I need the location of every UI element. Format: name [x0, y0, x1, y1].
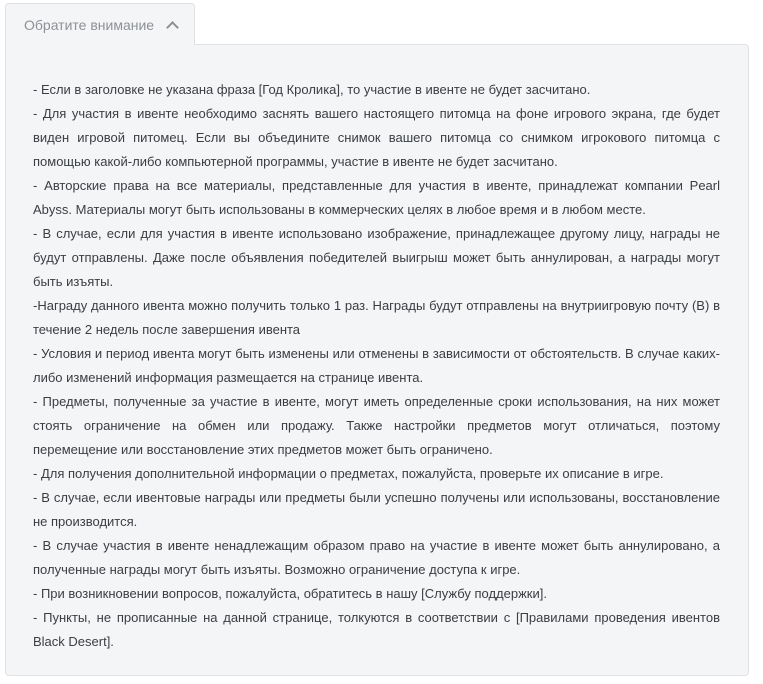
notice-item: - Для получения дополнительной информаци… — [33, 466, 664, 481]
notice-tab-label: Обратите внимание — [24, 16, 155, 33]
notice-item: - Для участия в ивенте необходимо заснят… — [33, 106, 720, 169]
notice-item: - Авторские права на все материалы, пред… — [33, 178, 720, 217]
notice-item: - В случае, если для участия в ивенте ис… — [33, 226, 720, 289]
chevron-up-icon[interactable] — [166, 20, 179, 34]
notice-panel: - Если в заголовке не указана фраза [Год… — [5, 44, 749, 676]
notice-item: - Условия и период ивента могут быть изм… — [33, 346, 720, 385]
notice-item: - Если в заголовке не указана фраза [Год… — [33, 82, 591, 97]
notice-item: - При возникновении вопросов, пожалуйста… — [33, 586, 547, 601]
notice-tab[interactable]: Обратите внимание — [5, 3, 195, 45]
notice-item: -Награду данного ивента можно получить т… — [33, 298, 720, 337]
notice-item: - В случае, если ивентовые награды или п… — [33, 490, 720, 529]
notice-item: - Предметы, полученные за участие в ивен… — [33, 394, 720, 457]
notice-item: - В случае участия в ивенте ненадлежащим… — [33, 538, 720, 577]
notice-list: - Если в заголовке не указана фраза [Год… — [33, 78, 720, 654]
notice-item: - Пункты, не прописанные на данной стран… — [33, 610, 720, 649]
